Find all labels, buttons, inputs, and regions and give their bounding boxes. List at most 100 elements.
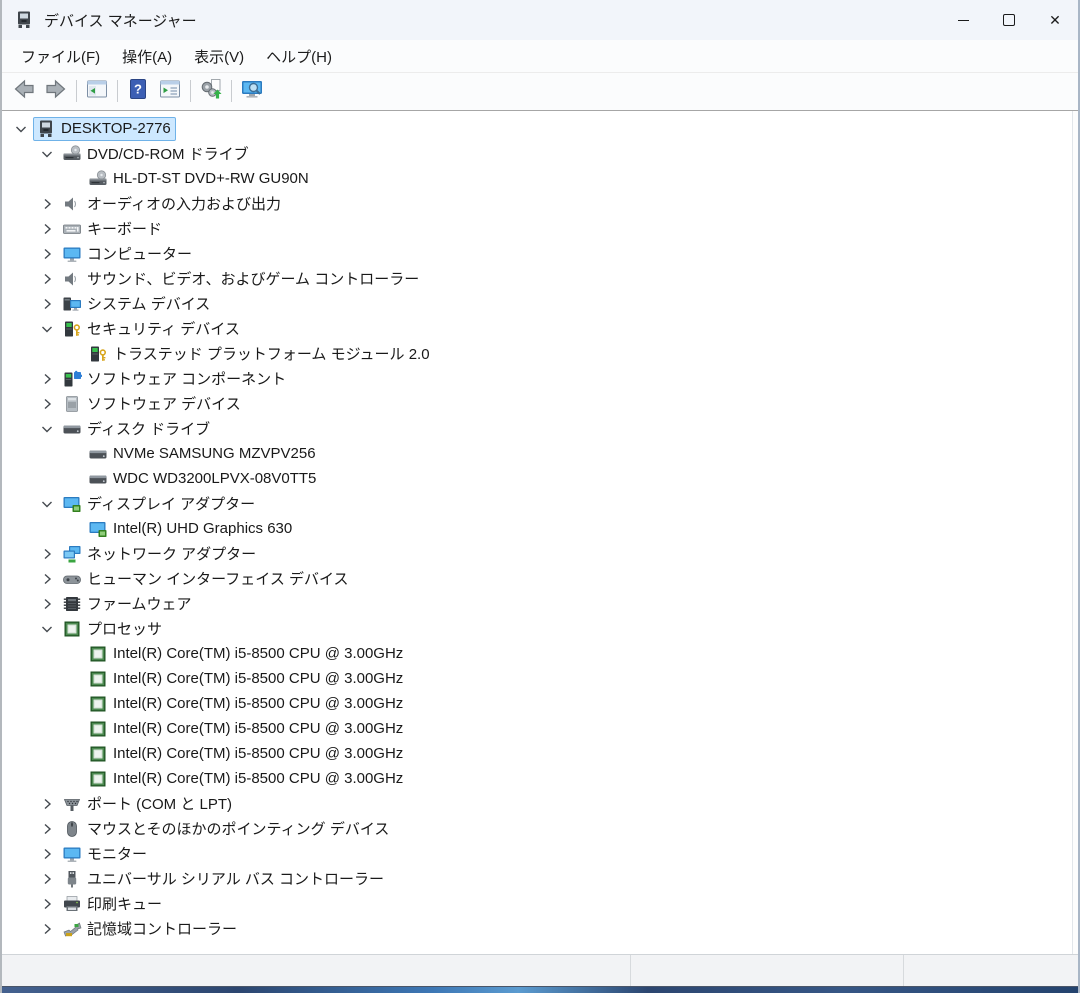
tree-item-body[interactable]: Intel(R) Core(TM) i5-8500 CPU @ 3.00GHz bbox=[86, 718, 407, 740]
tree-item-body[interactable]: プロセッサ bbox=[60, 617, 166, 640]
tree-item[interactable]: 印刷キュー bbox=[2, 891, 1072, 916]
chevron-down-icon[interactable] bbox=[34, 416, 60, 441]
chevron-right-icon[interactable] bbox=[34, 216, 60, 241]
chevron-down-icon[interactable] bbox=[34, 141, 60, 166]
tree-item-body[interactable]: Intel(R) Core(TM) i5-8500 CPU @ 3.00GHz bbox=[86, 643, 407, 665]
tree-item-body[interactable]: Intel(R) Core(TM) i5-8500 CPU @ 3.00GHz bbox=[86, 693, 407, 715]
show-console-tree-button[interactable] bbox=[81, 76, 113, 106]
tree-item-body[interactable]: ディスク ドライブ bbox=[60, 417, 214, 440]
tree-item[interactable]: ネットワーク アダプター bbox=[2, 541, 1072, 566]
tree-item[interactable]: HL-DT-ST DVD+-RW GU90N bbox=[2, 166, 1072, 191]
tree-item[interactable]: トラステッド プラットフォーム モジュール 2.0 bbox=[2, 341, 1072, 366]
tree-item[interactable]: ユニバーサル シリアル バス コントローラー bbox=[2, 866, 1072, 891]
tree-item[interactable]: コンピューター bbox=[2, 241, 1072, 266]
tree-item[interactable]: オーディオの入力および出力 bbox=[2, 191, 1072, 216]
tree-item[interactable]: Intel(R) Core(TM) i5-8500 CPU @ 3.00GHz bbox=[2, 716, 1072, 741]
tree-item[interactable]: Intel(R) Core(TM) i5-8500 CPU @ 3.00GHz bbox=[2, 766, 1072, 791]
properties-button[interactable] bbox=[154, 76, 186, 106]
tree-item[interactable]: ヒューマン インターフェイス デバイス bbox=[2, 566, 1072, 591]
chevron-right-icon[interactable] bbox=[34, 891, 60, 916]
chevron-right-icon[interactable] bbox=[34, 266, 60, 291]
tree-item[interactable]: ディスク ドライブ bbox=[2, 416, 1072, 441]
chevron-right-icon[interactable] bbox=[34, 391, 60, 416]
tree-item[interactable]: ポート (COM と LPT) bbox=[2, 791, 1072, 816]
minimize-button[interactable] bbox=[940, 0, 986, 40]
tree-item-body[interactable]: セキュリティ デバイス bbox=[60, 317, 244, 340]
chevron-right-icon[interactable] bbox=[34, 541, 60, 566]
menu-view[interactable]: 表示(V) bbox=[183, 42, 255, 71]
chevron-right-icon[interactable] bbox=[34, 366, 60, 391]
chevron-right-icon[interactable] bbox=[34, 566, 60, 591]
tree-item[interactable]: マウスとそのほかのポインティング デバイス bbox=[2, 816, 1072, 841]
tree-item[interactable]: キーボード bbox=[2, 216, 1072, 241]
tree-item[interactable]: ソフトウェア コンポーネント bbox=[2, 366, 1072, 391]
chevron-right-icon[interactable] bbox=[34, 866, 60, 891]
chevron-right-icon[interactable] bbox=[34, 241, 60, 266]
chevron-right-icon[interactable] bbox=[34, 591, 60, 616]
tree-item-body[interactable]: HL-DT-ST DVD+-RW GU90N bbox=[86, 168, 313, 190]
tree-item-body[interactable]: ヒューマン インターフェイス デバイス bbox=[60, 567, 353, 590]
tree-item[interactable]: Intel(R) UHD Graphics 630 bbox=[2, 516, 1072, 541]
tree-item-body[interactable]: オーディオの入力および出力 bbox=[60, 192, 285, 215]
tree-item-body[interactable]: ユニバーサル シリアル バス コントローラー bbox=[60, 867, 388, 890]
chevron-down-icon[interactable] bbox=[34, 491, 60, 516]
tree-item-body[interactable]: 印刷キュー bbox=[60, 892, 166, 915]
tree-item[interactable]: セキュリティ デバイス bbox=[2, 316, 1072, 341]
tree-item[interactable]: Intel(R) Core(TM) i5-8500 CPU @ 3.00GHz bbox=[2, 741, 1072, 766]
tree-item[interactable]: NVMe SAMSUNG MZVPV256 bbox=[2, 441, 1072, 466]
back-button[interactable] bbox=[8, 76, 40, 106]
scan-hardware-changes-button[interactable] bbox=[195, 76, 227, 106]
close-button[interactable]: ✕ bbox=[1032, 0, 1078, 40]
tree-item-selected[interactable]: DESKTOP-2776 bbox=[33, 116, 176, 141]
chevron-right-icon[interactable] bbox=[34, 191, 60, 216]
device-search-button[interactable] bbox=[236, 76, 268, 106]
tree-item-body[interactable]: システム デバイス bbox=[60, 292, 214, 315]
tree-item[interactable]: DESKTOP-2776 bbox=[2, 116, 1072, 141]
chevron-down-icon[interactable] bbox=[34, 616, 60, 641]
menu-help[interactable]: ヘルプ(H) bbox=[255, 42, 343, 71]
tree-item-body[interactable]: ディスプレイ アダプター bbox=[60, 492, 259, 515]
tree-item[interactable]: モニター bbox=[2, 841, 1072, 866]
menu-action[interactable]: 操作(A) bbox=[111, 42, 183, 71]
tree-item[interactable]: プロセッサ bbox=[2, 616, 1072, 641]
tree-item-body[interactable]: Intel(R) Core(TM) i5-8500 CPU @ 3.00GHz bbox=[86, 668, 407, 690]
forward-button[interactable] bbox=[40, 76, 72, 106]
tree-item-body[interactable]: サウンド、ビデオ、およびゲーム コントローラー bbox=[60, 267, 423, 290]
tree-item-body[interactable]: マウスとそのほかのポインティング デバイス bbox=[60, 817, 393, 840]
tree-item[interactable]: 記憶域コントローラー bbox=[2, 916, 1072, 941]
chevron-right-icon[interactable] bbox=[34, 916, 60, 941]
tree-item[interactable]: WDC WD3200LPVX-08V0TT5 bbox=[2, 466, 1072, 491]
chevron-right-icon[interactable] bbox=[34, 291, 60, 316]
tree-item[interactable]: システム デバイス bbox=[2, 291, 1072, 316]
chevron-right-icon[interactable] bbox=[34, 816, 60, 841]
tree-item[interactable]: DVD/CD-ROM ドライブ bbox=[2, 141, 1072, 166]
chevron-down-icon[interactable] bbox=[34, 316, 60, 341]
tree-item-body[interactable]: Intel(R) Core(TM) i5-8500 CPU @ 3.00GHz bbox=[86, 768, 407, 790]
tree-item[interactable]: Intel(R) Core(TM) i5-8500 CPU @ 3.00GHz bbox=[2, 666, 1072, 691]
tree-item[interactable]: サウンド、ビデオ、およびゲーム コントローラー bbox=[2, 266, 1072, 291]
tree-item-body[interactable]: キーボード bbox=[60, 217, 166, 240]
tree-item-body[interactable]: コンピューター bbox=[60, 242, 196, 265]
tree-item-body[interactable]: Intel(R) Core(TM) i5-8500 CPU @ 3.00GHz bbox=[86, 743, 407, 765]
tree-item-body[interactable]: NVMe SAMSUNG MZVPV256 bbox=[86, 443, 320, 465]
chevron-down-icon[interactable] bbox=[8, 116, 34, 141]
chevron-right-icon[interactable] bbox=[34, 791, 60, 816]
tree-item-body[interactable]: ソフトウェア デバイス bbox=[60, 392, 245, 415]
tree-item-body[interactable]: ネットワーク アダプター bbox=[60, 542, 260, 565]
maximize-button[interactable] bbox=[986, 0, 1032, 40]
tree-item-body[interactable]: ファームウェア bbox=[60, 592, 196, 615]
tree-item-body[interactable]: 記憶域コントローラー bbox=[60, 917, 241, 940]
menu-file[interactable]: ファイル(F) bbox=[10, 42, 111, 71]
chevron-right-icon[interactable] bbox=[34, 841, 60, 866]
tree-item-body[interactable]: ポート (COM と LPT) bbox=[60, 792, 236, 815]
tree-item-body[interactable]: WDC WD3200LPVX-08V0TT5 bbox=[86, 468, 320, 490]
tree-item-body[interactable]: DVD/CD-ROM ドライブ bbox=[60, 142, 253, 165]
help-button[interactable]: ? bbox=[122, 76, 154, 106]
tree-item[interactable]: Intel(R) Core(TM) i5-8500 CPU @ 3.00GHz bbox=[2, 691, 1072, 716]
tree-item-body[interactable]: Intel(R) UHD Graphics 630 bbox=[86, 518, 296, 540]
tree-item[interactable]: Intel(R) Core(TM) i5-8500 CPU @ 3.00GHz bbox=[2, 641, 1072, 666]
tree-item[interactable]: ソフトウェア デバイス bbox=[2, 391, 1072, 416]
tree-item-body[interactable]: モニター bbox=[60, 842, 151, 865]
tree-item[interactable]: ファームウェア bbox=[2, 591, 1072, 616]
tree-item[interactable]: ディスプレイ アダプター bbox=[2, 491, 1072, 516]
